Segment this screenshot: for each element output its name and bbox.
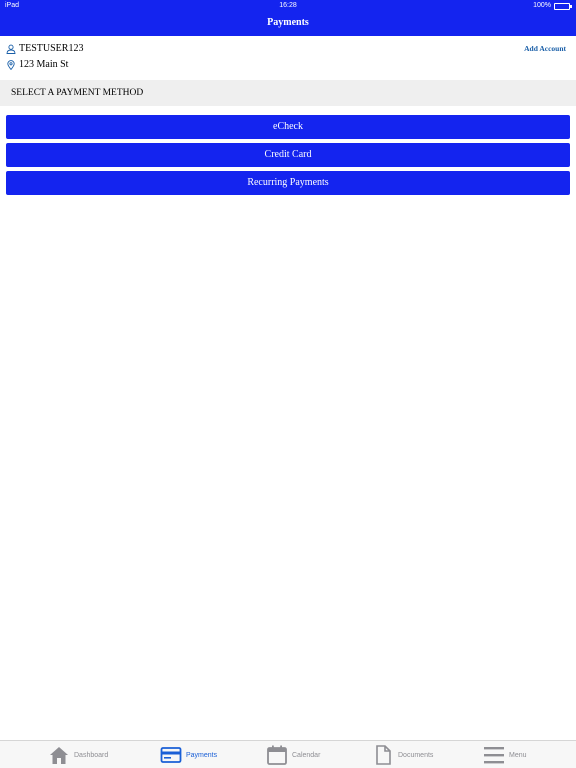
tab-menu-label: Menu xyxy=(509,751,527,759)
recurring-payments-button[interactable]: Recurring Payments xyxy=(6,171,570,195)
battery-icon xyxy=(554,2,572,10)
menu-icon xyxy=(484,747,504,764)
echeck-button[interactable]: eCheck xyxy=(6,115,570,139)
tab-calendar[interactable]: Calendar xyxy=(266,741,320,768)
account-header: TESTUSER123 123 Main St Add Account xyxy=(0,36,576,80)
battery-percent: 100% xyxy=(533,2,551,9)
section-title: SELECT A PAYMENT METHOD xyxy=(0,80,576,106)
tab-documents-label: Documents xyxy=(398,751,434,759)
account-username: TESTUSER123 xyxy=(19,43,84,54)
credit-card-icon xyxy=(160,747,182,763)
home-icon xyxy=(50,747,68,764)
status-bar: iPad 16:28 100% xyxy=(0,0,576,12)
bottom-tab-bar: Dashboard Payments Calendar Documents Me… xyxy=(0,740,576,768)
tab-menu[interactable]: Menu xyxy=(483,741,527,768)
tab-dashboard-label: Dashboard xyxy=(74,751,109,759)
tab-payments[interactable]: Payments xyxy=(160,741,217,768)
account-address: 123 Main St xyxy=(19,59,69,70)
status-time: 16:28 xyxy=(279,2,297,9)
document-icon xyxy=(376,745,391,765)
payments-screen: iPad 16:28 100% Payments TESTUSER123 123… xyxy=(0,0,576,768)
page-title: Payments xyxy=(267,17,309,28)
account-user-row: TESTUSER123 xyxy=(6,43,83,54)
location-pin-icon xyxy=(7,59,15,70)
user-icon xyxy=(6,44,16,54)
tab-documents[interactable]: Documents xyxy=(372,741,433,768)
tab-calendar-label: Calendar xyxy=(292,751,321,759)
battery-status: 100% xyxy=(533,0,572,12)
top-bar: iPad 16:28 100% Payments xyxy=(0,0,576,36)
add-account-link[interactable]: Add Account xyxy=(524,44,566,53)
account-address-row: 123 Main St xyxy=(6,59,68,70)
calendar-icon xyxy=(267,745,287,765)
credit-card-button[interactable]: Credit Card xyxy=(6,143,570,167)
tab-payments-label: Payments xyxy=(186,751,218,759)
tab-dashboard[interactable]: Dashboard xyxy=(48,741,108,768)
